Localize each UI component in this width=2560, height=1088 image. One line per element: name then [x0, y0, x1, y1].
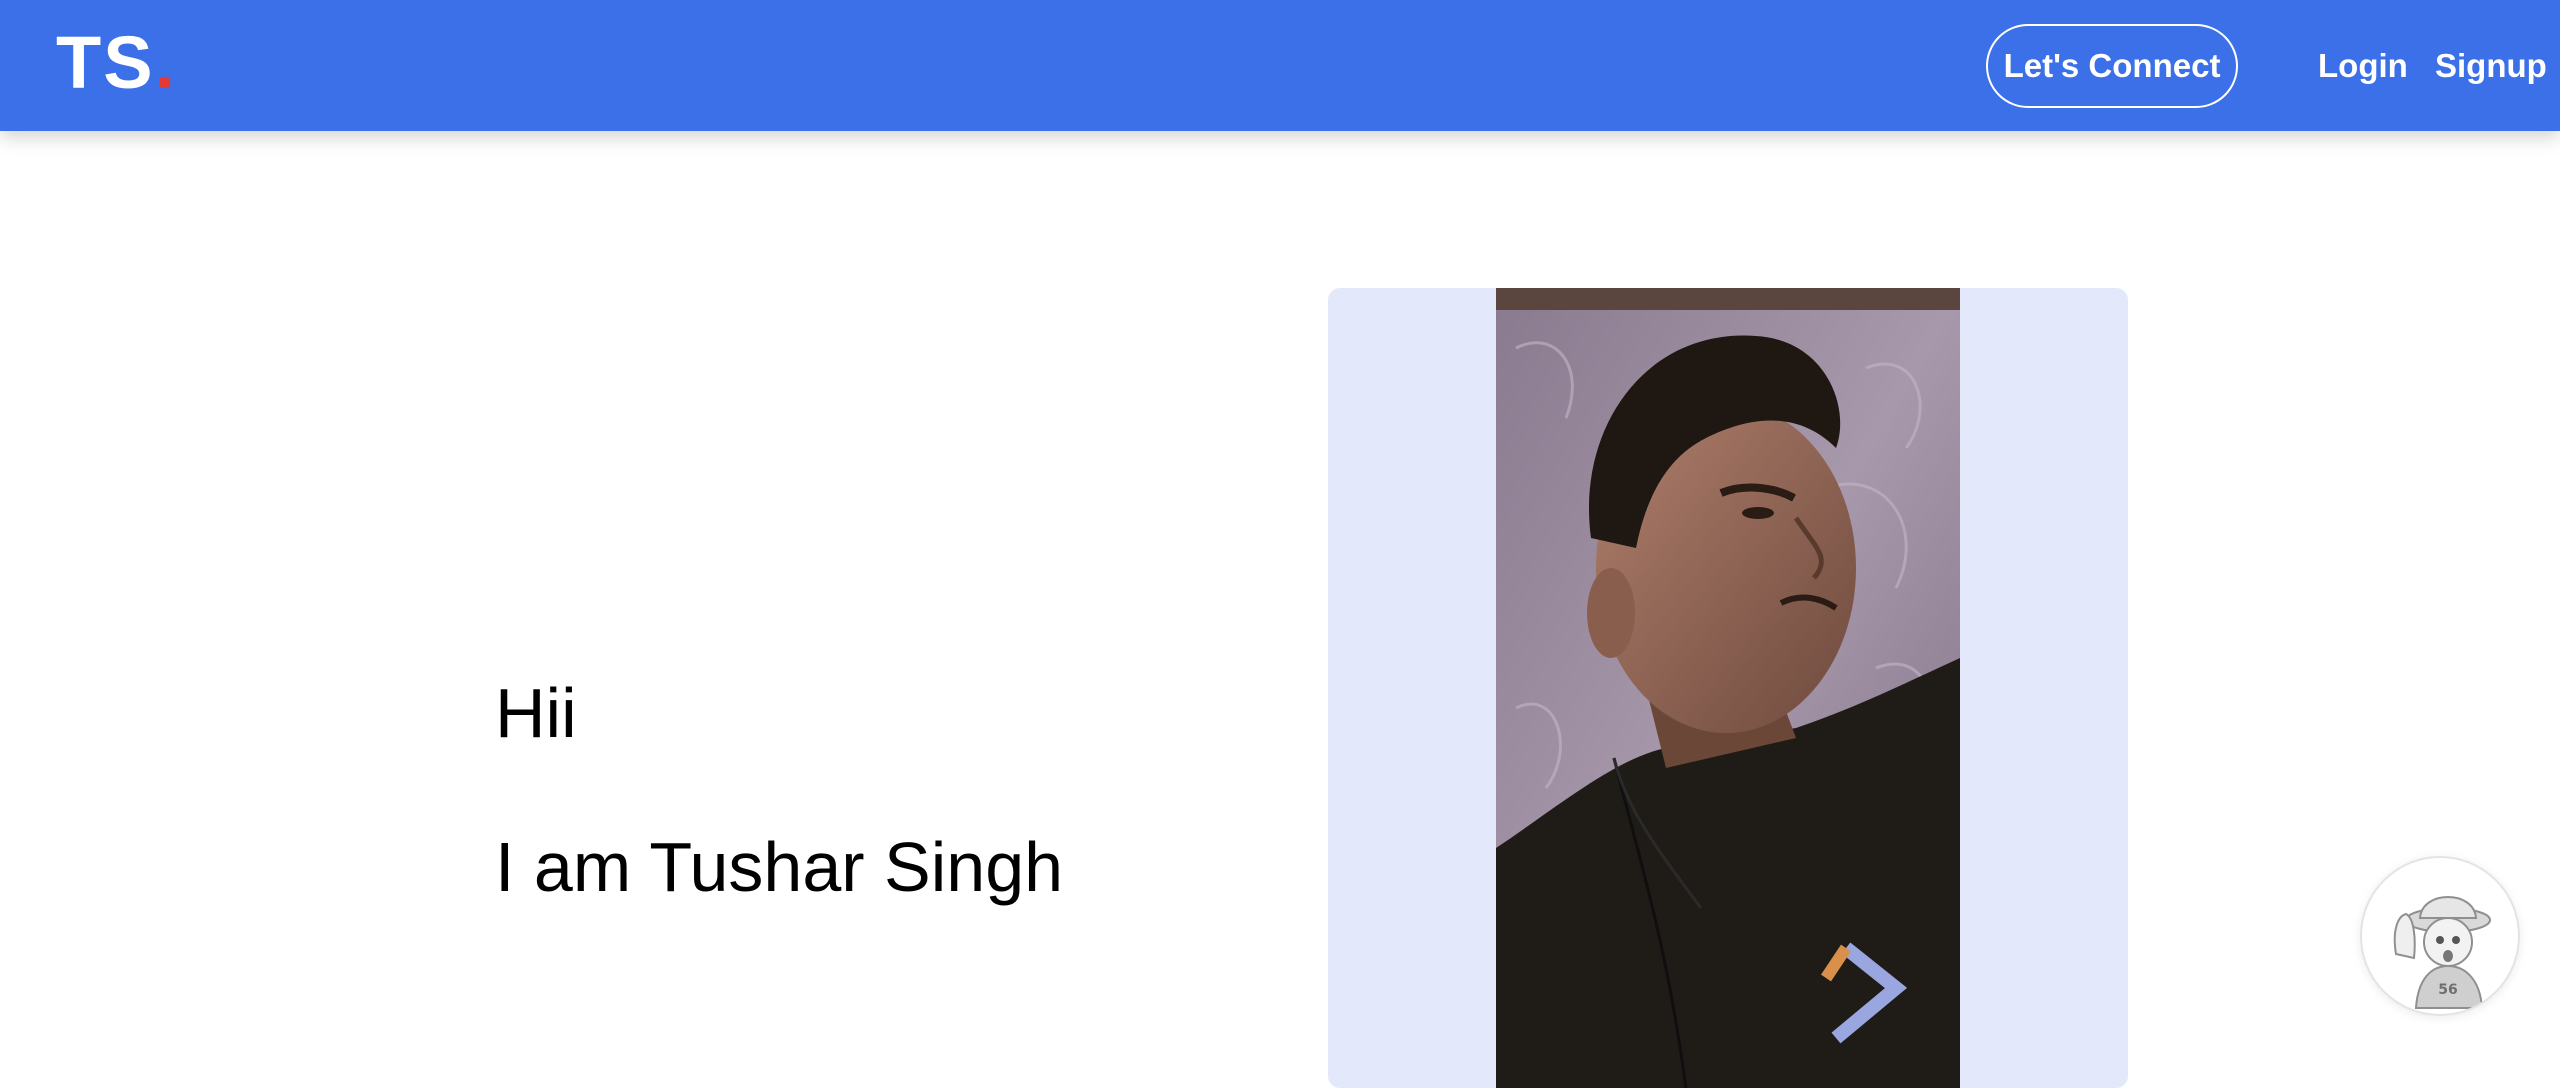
logo-dot: . [154, 21, 178, 104]
profile-photo-card [1328, 288, 2128, 1088]
signup-link[interactable]: Signup [2435, 46, 2547, 86]
chat-widget-button[interactable]: 56 [2360, 856, 2520, 1016]
top-navbar: TS. Let's Connect Login Signup [0, 0, 2560, 131]
lets-connect-button[interactable]: Let's Connect [1986, 24, 2238, 108]
hero-greeting: Hii [495, 674, 577, 752]
profile-photo [1496, 288, 1960, 1088]
hero-name: I am Tushar Singh [495, 828, 1064, 906]
login-link[interactable]: Login [2318, 46, 2408, 86]
avatar-badge-text: 56 [2438, 982, 2457, 998]
site-logo[interactable]: TS. [56, 26, 177, 100]
logo-text: TS [56, 21, 155, 104]
anime-avatar-icon: 56 [2393, 896, 2491, 1009]
